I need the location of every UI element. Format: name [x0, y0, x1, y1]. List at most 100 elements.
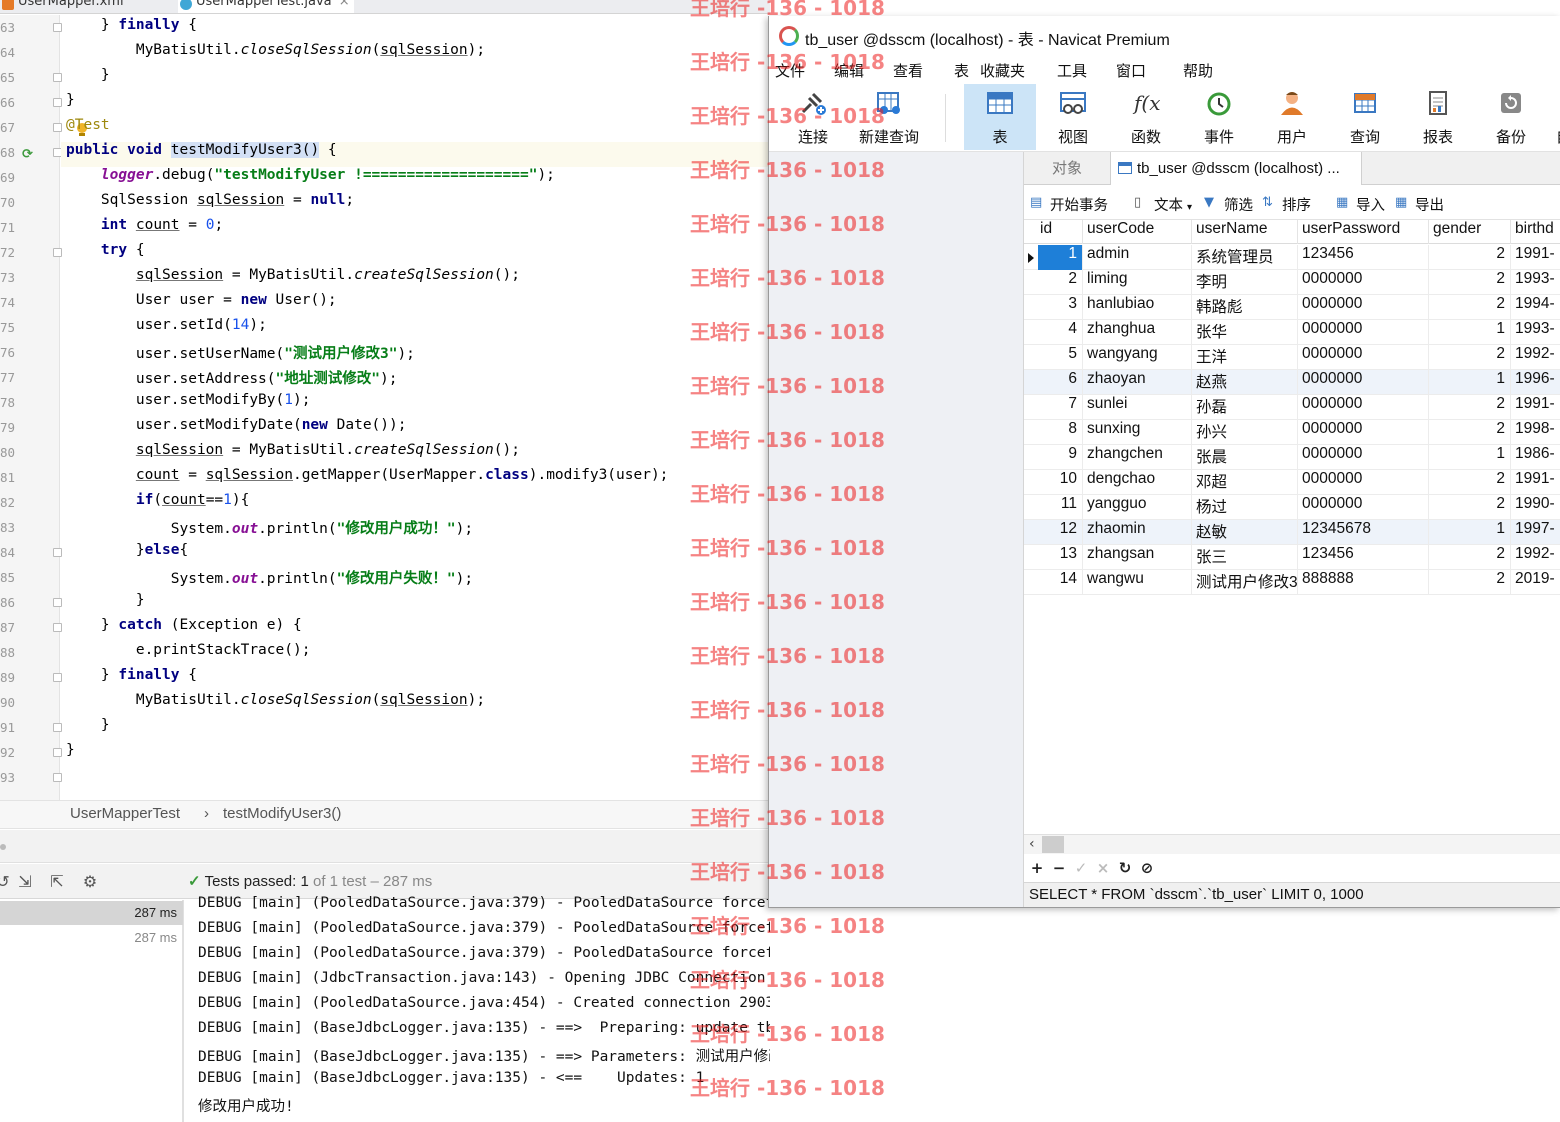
table-cell-username[interactable]: 王洋 [1192, 345, 1298, 370]
table-cell-usercode[interactable]: wangyang [1083, 345, 1192, 370]
begin-transaction-button[interactable]: ▤ 开始事务 [1030, 194, 1108, 215]
table-cell-username[interactable]: 韩路彪 [1192, 295, 1298, 320]
fold-marker-icon[interactable] [53, 73, 62, 82]
table-cell-usercode[interactable]: liming [1083, 270, 1192, 295]
table-cell-gender[interactable]: 2 [1429, 420, 1511, 445]
table-cell-userpassword[interactable]: 0000000 [1298, 495, 1429, 520]
column-header-usercode[interactable]: userCode [1083, 220, 1192, 244]
data-grid[interactable]: id userCode userName userPassword gender birt… [1024, 220, 1560, 834]
table-cell-userpassword[interactable]: 12345678 [1298, 520, 1429, 545]
table-row[interactable]: 10 dengchao 邓超 0000000 2 1991- [1024, 470, 1560, 495]
table-cell-username[interactable]: 张三 [1192, 545, 1298, 570]
table-cell-gender[interactable]: 2 [1429, 570, 1511, 595]
column-header-gender[interactable]: gender [1429, 220, 1511, 244]
table-cell-gender[interactable]: 2 [1429, 270, 1511, 295]
table-cell-birthd[interactable]: 1993- [1511, 320, 1560, 345]
table-cell-userpassword[interactable]: 0000000 [1298, 270, 1429, 295]
table-cell-id[interactable]: 2 [1038, 270, 1083, 295]
menu-file[interactable]: 文件 [775, 60, 805, 81]
menu-tools[interactable]: 工具 [1057, 60, 1087, 81]
table-cell-usercode[interactable]: yangguo [1083, 495, 1192, 520]
tab-tb-user[interactable]: tb_user @dsscm (localhost) ... [1110, 152, 1362, 185]
ribbon-connect[interactable]: 连接 [777, 84, 849, 150]
column-header-username[interactable]: userName [1192, 220, 1298, 244]
table-row[interactable]: 8 sunxing 孙兴 0000000 2 1998- [1024, 420, 1560, 445]
table-cell-username[interactable]: 孙兴 [1192, 420, 1298, 445]
table-cell-gender[interactable]: 1 [1429, 520, 1511, 545]
table-row[interactable]: 14 wangwu 测试用户修改3 888888 2 2019- [1024, 570, 1560, 595]
fold-marker-icon[interactable] [53, 673, 62, 682]
table-cell-username[interactable]: 孙磊 [1192, 395, 1298, 420]
table-cell-birthd[interactable]: 1992- [1511, 345, 1560, 370]
fold-marker-icon[interactable] [53, 723, 62, 732]
sort-button[interactable]: ⇅ 排序 [1262, 194, 1311, 215]
table-cell-userpassword[interactable]: 0000000 [1298, 395, 1429, 420]
table-cell-gender[interactable]: 2 [1429, 345, 1511, 370]
table-cell-id[interactable]: 5 [1038, 345, 1083, 370]
table-cell-usercode[interactable]: zhanghua [1083, 320, 1192, 345]
table-cell-username[interactable]: 张华 [1192, 320, 1298, 345]
fold-marker-icon[interactable] [53, 773, 62, 782]
tab-usermappertest-java[interactable]: UserMapperTest.java × [178, 0, 354, 13]
menu-view[interactable]: 查看 [893, 60, 923, 81]
scroll-left-icon[interactable]: ‹ [1029, 836, 1035, 852]
table-cell-userpassword[interactable]: 888888 [1298, 570, 1429, 595]
table-cell-username[interactable]: 李明 [1192, 270, 1298, 295]
table-cell-id[interactable]: 12 [1038, 520, 1083, 545]
table-cell-gender[interactable]: 2 [1429, 470, 1511, 495]
table-cell-userpassword[interactable]: 0000000 [1298, 470, 1429, 495]
table-cell-userpassword[interactable]: 0000000 [1298, 320, 1429, 345]
menu-edit[interactable]: 编辑 [834, 60, 864, 81]
test-tree-row[interactable]: 287 ms [0, 926, 183, 950]
table-cell-birthd[interactable]: 1993- [1511, 270, 1560, 295]
table-cell-birthd[interactable]: 1997- [1511, 520, 1560, 545]
table-cell-userpassword[interactable]: 0000000 [1298, 345, 1429, 370]
table-cell-gender[interactable]: 1 [1429, 370, 1511, 395]
table-cell-usercode[interactable]: admin [1083, 245, 1192, 270]
refresh-icon[interactable]: ↻ [1118, 859, 1132, 877]
table-cell-usercode[interactable]: hanlubiao [1083, 295, 1192, 320]
table-cell-gender[interactable]: 2 [1429, 395, 1511, 420]
table-row[interactable]: 7 sunlei 孙磊 0000000 2 1991- [1024, 395, 1560, 420]
table-cell-gender[interactable]: 1 [1429, 320, 1511, 345]
table-cell-userpassword[interactable]: 0000000 [1298, 370, 1429, 395]
table-cell-id[interactable]: 7 [1038, 395, 1083, 420]
column-header-id[interactable]: id [1024, 220, 1083, 244]
ribbon-new-query[interactable]: 新建查询 [853, 84, 927, 150]
settings-gear-icon[interactable]: ⚙ [81, 873, 99, 891]
add-record-icon[interactable]: + [1030, 859, 1044, 877]
import-button[interactable]: ▦ 导入 [1336, 194, 1385, 215]
table-cell-birthd[interactable]: 1998- [1511, 420, 1560, 445]
table-cell-username[interactable]: 系统管理员 [1192, 245, 1298, 270]
fold-marker-icon[interactable] [53, 598, 62, 607]
table-cell-usercode[interactable]: sunlei [1083, 395, 1192, 420]
ribbon-query[interactable]: 查询 [1329, 84, 1401, 150]
table-cell-birthd[interactable]: 2019- [1511, 570, 1560, 595]
import-tests-icon[interactable]: ⇲ [16, 873, 34, 891]
table-cell-username[interactable]: 赵敏 [1192, 520, 1298, 545]
fold-marker-icon[interactable] [53, 98, 62, 107]
ribbon-user[interactable]: 用户 [1256, 84, 1328, 150]
table-cell-birthd[interactable]: 1991- [1511, 395, 1560, 420]
table-cell-birthd[interactable]: 1992- [1511, 545, 1560, 570]
table-cell-id[interactable]: 4 [1038, 320, 1083, 345]
table-row[interactable]: 1 admin 系统管理员 123456 2 1991- [1024, 245, 1560, 270]
export-tests-icon[interactable]: ⇱ [48, 873, 66, 891]
ribbon-report[interactable]: 报表 [1402, 84, 1474, 150]
table-cell-username[interactable]: 赵燕 [1192, 370, 1298, 395]
table-cell-birthd[interactable]: 1996- [1511, 370, 1560, 395]
table-cell-username[interactable]: 杨过 [1192, 495, 1298, 520]
stop-icon[interactable]: ⊘ [1140, 859, 1154, 877]
fold-marker-icon[interactable] [53, 623, 62, 632]
table-cell-usercode[interactable]: zhaomin [1083, 520, 1192, 545]
table-row[interactable]: 5 wangyang 王洋 0000000 2 1992- [1024, 345, 1560, 370]
menu-table[interactable]: 表 [954, 60, 969, 81]
table-cell-usercode[interactable]: wangwu [1083, 570, 1192, 595]
table-cell-gender[interactable]: 2 [1429, 495, 1511, 520]
table-cell-id[interactable]: 10 [1038, 470, 1083, 495]
table-cell-gender[interactable]: 1 [1429, 445, 1511, 470]
table-cell-gender[interactable]: 2 [1429, 245, 1511, 270]
table-cell-id[interactable]: 9 [1038, 445, 1083, 470]
fold-marker-icon[interactable] [53, 548, 62, 557]
scroll-thumb[interactable] [1042, 836, 1064, 853]
